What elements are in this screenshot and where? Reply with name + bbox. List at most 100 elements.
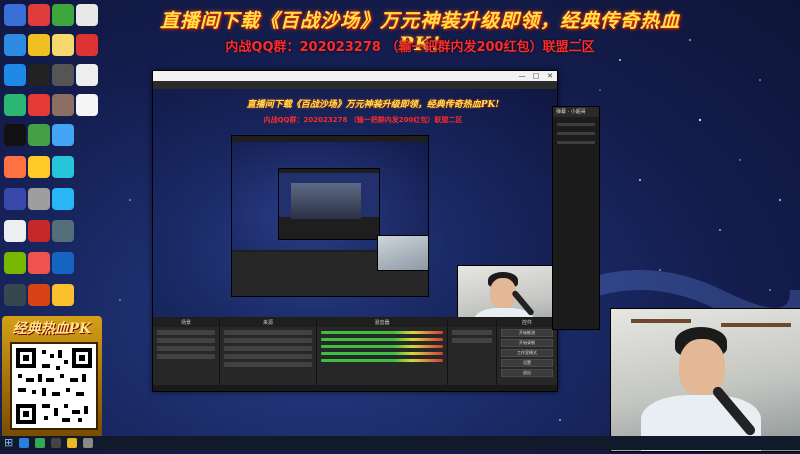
desktop-icon[interactable] bbox=[52, 124, 74, 146]
qr-pattern bbox=[16, 348, 92, 424]
desktop-icon[interactable] bbox=[28, 220, 50, 242]
chat-window[interactable]: 弹幕 · 小超哥 bbox=[552, 106, 600, 330]
windows-start-icon[interactable]: ⊞ bbox=[4, 437, 16, 449]
audio-meter bbox=[321, 345, 443, 348]
chat-message bbox=[557, 141, 595, 144]
desktop-icon[interactable] bbox=[28, 124, 50, 146]
qr-code bbox=[10, 342, 98, 430]
nested-webcam bbox=[377, 235, 429, 271]
nested-obs-preview bbox=[232, 142, 428, 250]
source-item[interactable] bbox=[224, 362, 312, 367]
chat-header: 弹幕 · 小超哥 bbox=[553, 107, 599, 117]
desktop-icon[interactable] bbox=[4, 156, 26, 178]
desktop-icon[interactable] bbox=[76, 94, 98, 116]
desktop-icon[interactable] bbox=[4, 4, 26, 26]
start-recording-button[interactable]: 开始录制 bbox=[501, 339, 553, 347]
desktop-icon[interactable] bbox=[52, 188, 74, 210]
source-item[interactable] bbox=[224, 354, 312, 359]
desktop-icons bbox=[0, 0, 110, 306]
audio-meter bbox=[321, 331, 443, 334]
desktop-icon[interactable] bbox=[52, 4, 74, 26]
desktop-icon[interactable] bbox=[4, 284, 26, 306]
desktop-icon[interactable] bbox=[28, 4, 50, 26]
scene-item[interactable] bbox=[157, 354, 215, 359]
taskbar-app-icon[interactable] bbox=[51, 438, 61, 448]
controls-header: 控件 bbox=[497, 319, 557, 327]
maximize-button[interactable]: □ bbox=[529, 71, 543, 81]
desktop-icon[interactable] bbox=[28, 64, 50, 86]
sources-header: 来源 bbox=[220, 319, 316, 327]
audio-meter bbox=[321, 352, 443, 355]
preview-banner-qq: 内战QQ群：202023278 （输一把群内发200红包）联盟二区 bbox=[263, 116, 463, 124]
desktop-icon[interactable] bbox=[4, 252, 26, 274]
qr-promo-card: 经典热血PK bbox=[2, 316, 102, 438]
preview-banner-title: 直播间下载《百战沙场》万元神装升级即领，经典传奇热血PK! bbox=[246, 100, 500, 110]
exit-button[interactable]: 退出 bbox=[501, 369, 553, 377]
obs-menubar[interactable] bbox=[153, 81, 557, 89]
audio-meter bbox=[321, 359, 443, 362]
settings-button[interactable]: 设置 bbox=[501, 359, 553, 367]
game-scene bbox=[291, 183, 361, 219]
obs-preview[interactable]: 直播间下载《百战沙场》万元神装升级即领，经典传奇热血PK! 内战QQ群：2020… bbox=[153, 89, 557, 317]
desktop-icon[interactable] bbox=[28, 156, 50, 178]
mixer-dock[interactable]: 混音器 bbox=[317, 319, 448, 391]
taskbar-app-icon[interactable] bbox=[67, 438, 77, 448]
scene-item[interactable] bbox=[157, 330, 215, 335]
desktop-icon[interactable] bbox=[76, 34, 98, 56]
desktop-icon[interactable] bbox=[4, 188, 26, 210]
close-button[interactable]: ✕ bbox=[543, 71, 557, 81]
promo-logo: 经典热血PK bbox=[12, 321, 92, 337]
desktop-icon[interactable] bbox=[52, 156, 74, 178]
desktop-icon[interactable] bbox=[4, 220, 26, 242]
nested-obs-window-level2 bbox=[278, 168, 380, 240]
transitions-header bbox=[448, 319, 496, 327]
desktop-icon[interactable] bbox=[28, 252, 50, 274]
obs-titlebar[interactable]: — □ ✕ bbox=[153, 71, 557, 81]
taskbar-app-icon[interactable] bbox=[35, 438, 45, 448]
source-item[interactable] bbox=[224, 346, 312, 351]
desktop-icon[interactable] bbox=[28, 34, 50, 56]
desktop-icon[interactable] bbox=[76, 64, 98, 86]
audio-meter bbox=[321, 338, 443, 341]
banner-qq-line: 内战QQ群：202023278 （输一把群内发200红包）联盟二区 bbox=[225, 40, 595, 55]
main-webcam bbox=[610, 308, 800, 452]
obs-status-bar bbox=[153, 385, 557, 391]
taskbar-app-icon[interactable] bbox=[19, 438, 29, 448]
taskbar-app-icon[interactable] bbox=[83, 438, 93, 448]
desktop-icon[interactable] bbox=[28, 188, 50, 210]
scene-item[interactable] bbox=[157, 346, 215, 351]
desktop-icon[interactable] bbox=[4, 64, 26, 86]
desktop-icon[interactable] bbox=[76, 4, 98, 26]
sources-dock[interactable]: 来源 bbox=[220, 319, 317, 391]
desktop-icon[interactable] bbox=[52, 64, 74, 86]
transition-select[interactable] bbox=[452, 330, 492, 335]
source-item[interactable] bbox=[224, 330, 312, 335]
chat-message bbox=[557, 123, 595, 126]
mixer-header: 混音器 bbox=[317, 319, 447, 327]
minimize-button[interactable]: — bbox=[515, 71, 529, 81]
nested-preview-level2 bbox=[279, 173, 379, 219]
preview-webcam bbox=[457, 265, 555, 317]
source-item[interactable] bbox=[224, 338, 312, 343]
studio-mode-button[interactable]: 工作室模式 bbox=[501, 349, 553, 357]
transition-duration[interactable] bbox=[452, 338, 492, 343]
desktop-icon[interactable] bbox=[28, 284, 50, 306]
desktop-icon[interactable] bbox=[4, 94, 26, 116]
desktop-icon[interactable] bbox=[52, 220, 74, 242]
controls-dock[interactable]: 控件 开始推流 开始录制 工作室模式 设置 退出 bbox=[497, 319, 557, 391]
scenes-dock[interactable]: 场景 bbox=[153, 319, 220, 391]
desktop-icon[interactable] bbox=[52, 34, 74, 56]
nested-obs-window bbox=[231, 135, 429, 297]
taskbar: ⊞ bbox=[0, 436, 800, 450]
obs-window[interactable]: — □ ✕ 直播间下载《百战沙场》万元神装升级即领，经典传奇热血PK! 内战QQ… bbox=[152, 70, 558, 392]
scene-item[interactable] bbox=[157, 338, 215, 343]
transitions-dock[interactable] bbox=[448, 319, 497, 391]
start-streaming-button[interactable]: 开始推流 bbox=[501, 329, 553, 337]
desktop-icon[interactable] bbox=[52, 284, 74, 306]
desktop-icon[interactable] bbox=[4, 34, 26, 56]
desktop-icon[interactable] bbox=[52, 94, 74, 116]
chat-message bbox=[557, 132, 595, 135]
desktop-icon[interactable] bbox=[4, 124, 26, 146]
desktop-icon[interactable] bbox=[52, 252, 74, 274]
desktop-icon[interactable] bbox=[28, 94, 50, 116]
